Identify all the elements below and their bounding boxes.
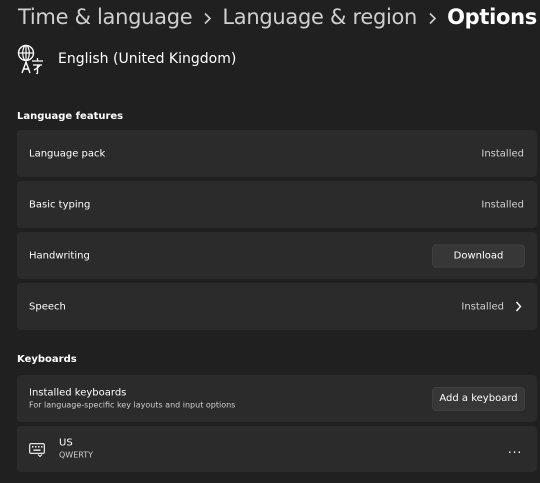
page-title: Options [447, 5, 537, 29]
basic-typing-label: Basic typing [29, 199, 91, 210]
speech-card[interactable]: Speech Installed [17, 283, 537, 330]
breadcrumb: Time & language Language & region Option… [18, 2, 537, 32]
basic-typing-status: Installed [481, 199, 524, 210]
language-pack-status: Installed [481, 148, 524, 159]
installed-keyboards-card: Installed keyboards For language-specifi… [17, 375, 537, 422]
handwriting-card: Handwriting Download [17, 232, 537, 279]
breadcrumb-chevron-icon [192, 5, 222, 29]
download-handwriting-button[interactable]: Download [432, 244, 525, 267]
keyboard-icon [29, 442, 45, 458]
settings-page: Time & language Language & region Option… [0, 0, 540, 483]
language-header: English (United Kingdom) [16, 42, 236, 76]
language-pack-label: Language pack [29, 148, 106, 159]
keyboard-item-us: US QWERTY ... [17, 426, 537, 472]
installed-keyboards-label: Installed keyboards [29, 387, 127, 398]
handwriting-label: Handwriting [29, 250, 90, 261]
language-pack-card: Language pack Installed [17, 130, 537, 177]
breadcrumb-time-language[interactable]: Time & language [18, 5, 193, 29]
language-name: English (United Kingdom) [58, 51, 237, 67]
keyboard-item-text: US QWERTY [59, 437, 93, 462]
basic-typing-card: Basic typing Installed [17, 181, 537, 228]
speech-status: Installed [461, 301, 504, 312]
language-icon [16, 43, 46, 75]
breadcrumb-language-region[interactable]: Language & region [222, 5, 417, 29]
keyboard-layout: QWERTY [59, 450, 94, 460]
installed-keyboards-description: For language-specific key layouts and in… [29, 400, 236, 409]
breadcrumb-chevron-icon [417, 5, 447, 29]
speech-label: Speech [29, 301, 66, 312]
keyboard-name: US [59, 437, 73, 449]
language-features-heading: Language features [17, 111, 124, 122]
installed-keyboards-text: Installed keyboards For language-specifi… [29, 386, 235, 411]
chevron-right-icon [513, 301, 523, 313]
add-keyboard-button[interactable]: Add a keyboard [432, 386, 525, 411]
more-options-button[interactable]: ... [503, 439, 527, 459]
keyboards-heading: Keyboards [17, 354, 77, 365]
